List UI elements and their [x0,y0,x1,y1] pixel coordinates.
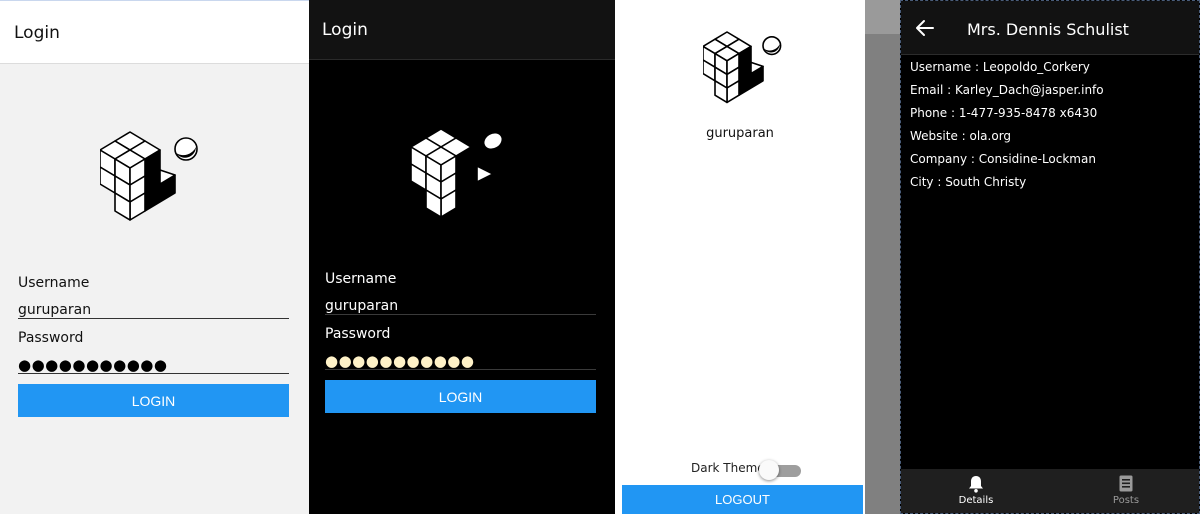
app-logo [703,31,782,104]
nav-label-posts: Posts [1112,495,1140,506]
username-underline [325,314,596,315]
nav-label-details: Details [958,495,994,506]
document-icon [1119,475,1133,492]
app-bar: Mrs. Dennis Schulist [901,1,1199,55]
username-input[interactable]: guruparan [325,298,398,314]
dark-login-screen: Login Username guruparan Password ●●●●●●… [309,0,615,514]
detail-website: Website : ola.org [910,129,1012,143]
password-input[interactable]: ●●●●●●●●●●● [18,356,167,374]
app-bar: Login [309,0,615,60]
app-logo [100,131,198,221]
page-title: Mrs. Dennis Schulist [967,20,1129,39]
arrow-left-icon[interactable] [915,18,935,38]
profile-screen: guruparan Dark Theme LOGOUT [615,0,865,514]
username-label: Username [18,275,90,291]
bottom-nav: Details Posts [901,469,1199,513]
profile-username: guruparan [706,126,774,141]
detail-email: Email : Karley_Dach@jasper.info [910,83,1104,97]
password-label: Password [325,326,391,342]
detail-phone: Phone : 1-477-935-8478 x6430 [910,106,1098,120]
nav-tab-posts[interactable]: Posts [1051,469,1199,513]
dark-theme-label: Dark Theme [691,461,765,475]
background-gap [865,0,900,514]
app-bar: Login [0,1,309,64]
app-logo [411,128,502,218]
bell-icon [969,476,983,493]
login-button[interactable]: LOGIN [325,380,596,413]
username-input[interactable]: guruparan [18,302,91,318]
light-login-screen: Login Username guruparan Password ●●●●●●… [0,0,309,514]
page-title: Login [322,20,368,40]
detail-username: Username : Leopoldo_Corkery [910,60,1090,74]
dark-theme-toggle[interactable] [759,460,779,480]
page-title: Login [14,23,60,43]
password-input[interactable]: ●●●●●●●●●●● [325,352,474,370]
details-list: Username : Leopoldo_Corkery Email : Karl… [910,59,1104,197]
password-label: Password [18,330,84,346]
detail-company: Company : Considine-Lockman [910,152,1096,166]
login-button[interactable]: LOGIN [18,384,289,417]
username-label: Username [325,271,397,287]
background-gap-top [865,0,900,34]
logout-button[interactable]: LOGOUT [622,485,863,514]
nav-tab-details[interactable]: Details [901,469,1051,513]
password-underline [325,369,596,370]
username-underline [18,318,289,319]
detail-city: City : South Christy [910,175,1027,189]
password-underline [18,373,289,374]
user-details-screen: Mrs. Dennis Schulist Username : Leopoldo… [900,0,1200,514]
dark-theme-row: Dark Theme [691,460,801,480]
